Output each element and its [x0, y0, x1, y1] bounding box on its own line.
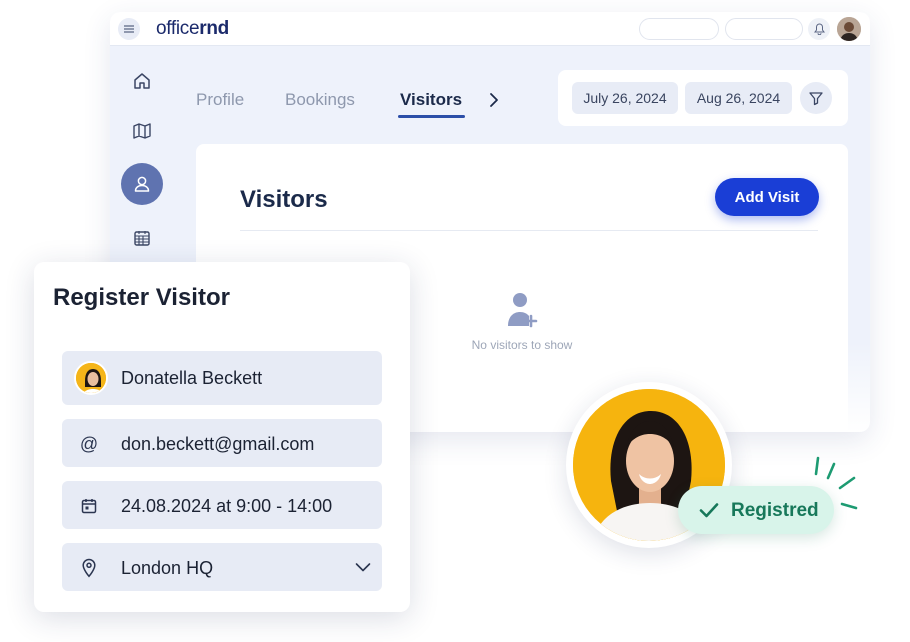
page-title: Visitors: [240, 186, 328, 213]
logo-regular: office: [156, 18, 200, 39]
start-date-button[interactable]: July 26, 2024: [572, 82, 678, 114]
visitor-photo-icon: [76, 363, 106, 393]
sparkle-icon: [806, 456, 862, 521]
location-value: London HQ: [121, 558, 214, 578]
menu-button[interactable]: [118, 18, 140, 40]
top-bar-pill-2[interactable]: [725, 18, 803, 40]
register-title: Register Visitor: [53, 284, 230, 311]
sidebar-item-map[interactable]: [121, 110, 163, 152]
notifications-button[interactable]: [808, 18, 830, 40]
visitor-avatar: [74, 361, 108, 395]
top-bar-pill-1[interactable]: [639, 18, 719, 40]
bell-icon: [813, 23, 825, 35]
chevron-right-icon: [490, 93, 498, 107]
visit-datetime: 24.08.2024 at 9:00 - 14:00: [121, 496, 333, 516]
add-visit-button[interactable]: Add Visit: [715, 178, 819, 216]
tabs-next-button[interactable]: [488, 92, 500, 113]
sidebar-item-calendar[interactable]: [121, 217, 163, 259]
user-photo-icon: [837, 17, 861, 41]
funnel-icon: [809, 92, 823, 106]
divider: [240, 230, 818, 231]
tab-bookings[interactable]: Bookings: [285, 90, 355, 110]
at-sign-icon: @: [79, 433, 99, 454]
add-user-icon: [508, 293, 538, 328]
home-icon: [134, 73, 150, 89]
stage: officernd Profile Bookings Visitors July…: [0, 0, 910, 642]
visitor-name: Donatella Beckett: [121, 368, 263, 388]
sidebar-item-home[interactable]: [121, 60, 163, 102]
filter-button[interactable]: [800, 82, 832, 114]
sidebar-item-profile[interactable]: [121, 163, 163, 205]
logo-bold: rnd: [199, 18, 229, 39]
tab-visitors[interactable]: Visitors: [400, 90, 462, 110]
visitor-email: don.beckett@gmail.com: [121, 434, 315, 454]
user-icon: [134, 176, 150, 192]
date-filter-bar: July 26, 2024 Aug 26, 2024: [558, 70, 848, 126]
visit-datetime-field[interactable]: 24.08.2024 at 9:00 - 14:00: [62, 481, 382, 529]
chevron-down-icon: [354, 558, 372, 581]
visitor-name-field[interactable]: Donatella Beckett: [62, 351, 382, 405]
user-avatar[interactable]: [837, 17, 861, 41]
calendar-grid-icon: [134, 231, 150, 246]
map-icon: [133, 123, 151, 139]
location-select[interactable]: London HQ: [62, 543, 382, 591]
visitor-email-field[interactable]: @ don.beckett@gmail.com: [62, 419, 382, 467]
active-tab-indicator: [398, 115, 465, 118]
end-date-button[interactable]: Aug 26, 2024: [685, 82, 792, 114]
check-icon: [698, 499, 720, 526]
register-visitor-card: Register Visitor Donatella Beckett @ don…: [34, 262, 410, 612]
app-logo[interactable]: officernd: [156, 18, 229, 40]
calendar-icon: [78, 495, 100, 517]
top-bar: officernd: [110, 12, 870, 46]
tab-profile[interactable]: Profile: [196, 90, 244, 110]
location-pin-icon: [78, 557, 100, 579]
empty-state-icon: [502, 290, 542, 335]
hamburger-icon: [124, 25, 134, 33]
